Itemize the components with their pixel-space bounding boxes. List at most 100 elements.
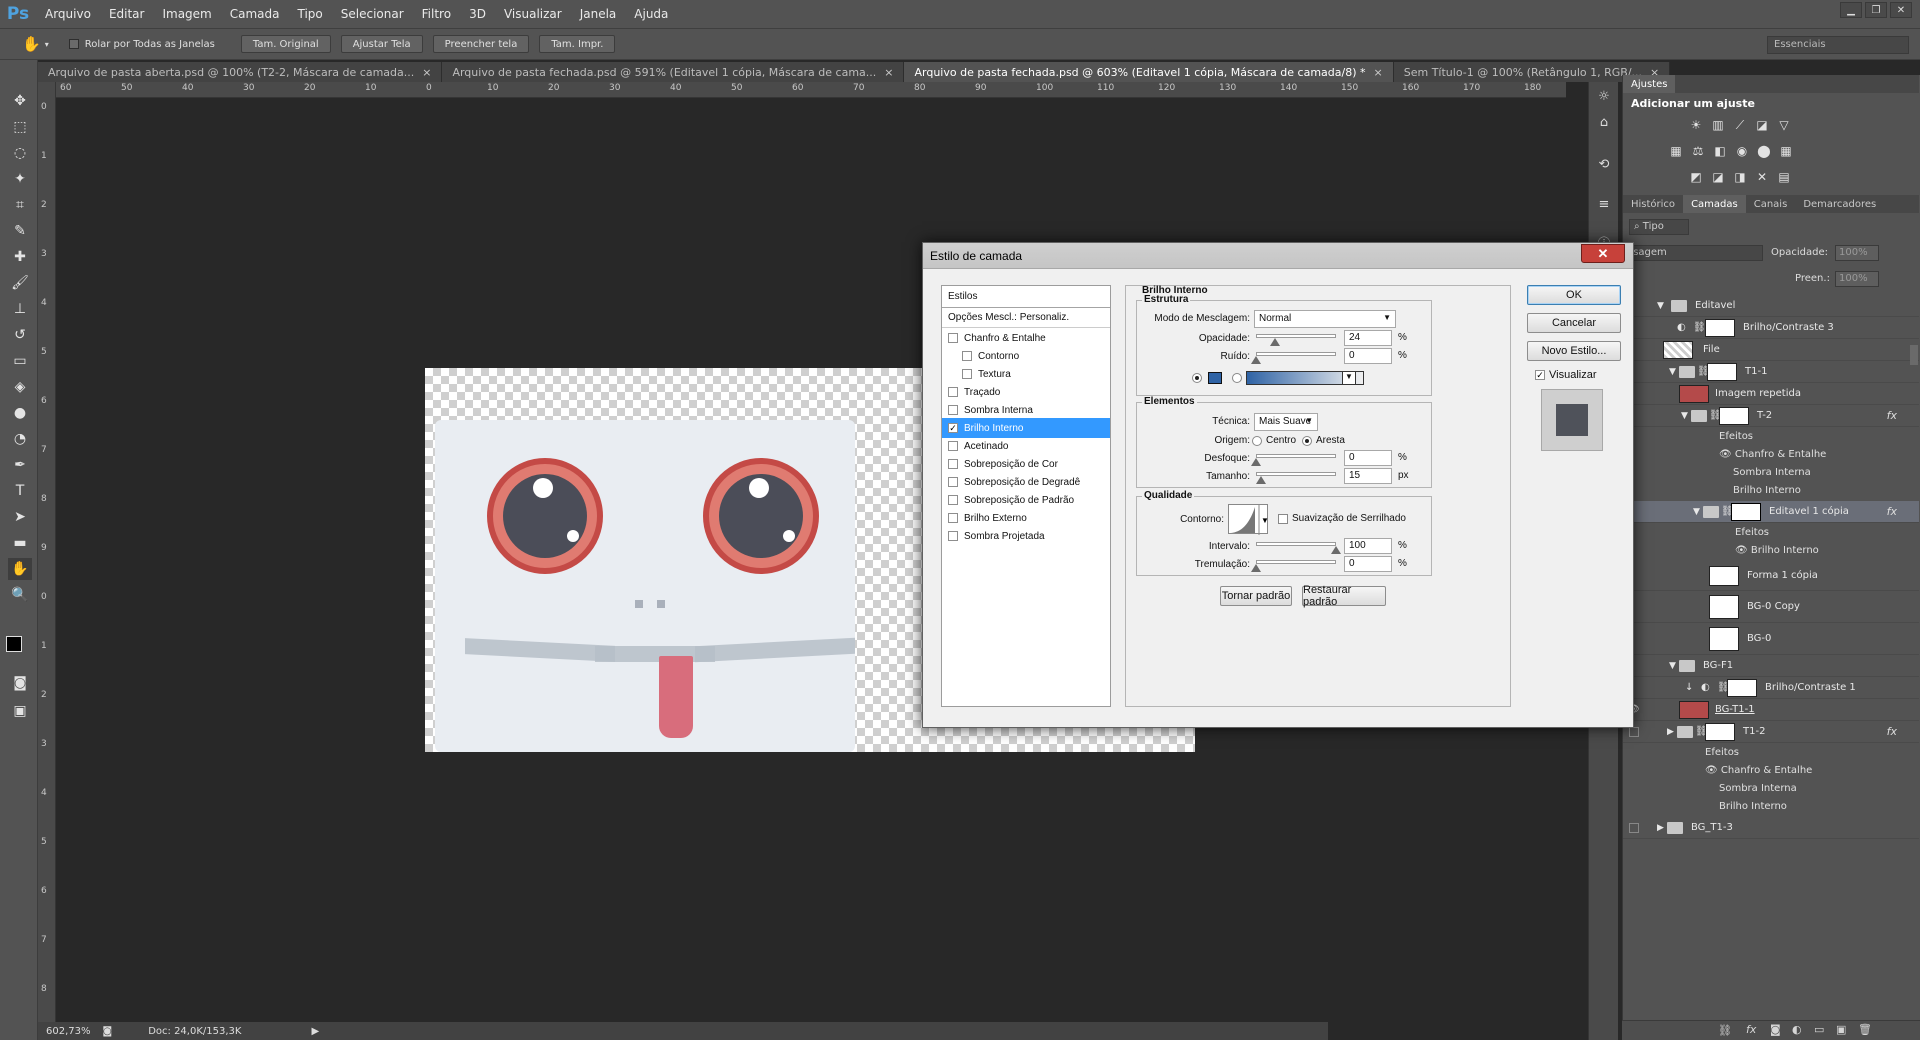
menu-tipo[interactable]: Tipo [289, 7, 332, 21]
contour-picker[interactable]: ▼ [1228, 504, 1269, 535]
style-checkbox[interactable] [962, 351, 972, 361]
new-adjustment-icon[interactable]: ◐ [1792, 1023, 1802, 1036]
size-slider-thumb[interactable] [1255, 476, 1266, 484]
eye-icon[interactable]: 👁 [1705, 765, 1721, 776]
cancel-button[interactable]: Cancelar [1527, 313, 1621, 333]
effects-row[interactable]: Efeitos [1735, 523, 1769, 541]
opacity-input[interactable]: 24 [1344, 330, 1392, 346]
tab-camadas[interactable]: Camadas [1683, 195, 1746, 213]
jitter-slider[interactable] [1256, 560, 1336, 564]
layer-row[interactable]: ↓ ◐ ⛓ Brilho/Contraste 1 [1623, 677, 1919, 699]
technique-select[interactable]: Mais Suave [1254, 413, 1318, 431]
tab-document-2[interactable]: Arquivo de pasta fechada.psd @ 591% (Edi… [442, 62, 905, 82]
invert-icon[interactable]: ◩ [1687, 169, 1705, 185]
style-item[interactable]: Contorno [942, 346, 1110, 366]
hand-tool-selected-icon[interactable]: ✋ [8, 558, 32, 580]
style-item[interactable]: Sombra Projetada [942, 526, 1110, 546]
layer-row[interactable]: Imagem repetida [1623, 383, 1919, 405]
fit-screen-button[interactable]: Ajustar Tela [340, 35, 423, 53]
blend-mode-select[interactable]: ssagem [1623, 245, 1763, 261]
choke-input[interactable]: 0 [1344, 450, 1392, 466]
dodge-tool-icon[interactable]: ◔ [8, 428, 32, 450]
paint-bucket-tool-icon[interactable]: ◈ [8, 376, 32, 398]
layer-row[interactable]: Forma 1 cópia [1623, 561, 1919, 591]
actual-pixels-button[interactable]: Tam. Original [240, 35, 331, 53]
opacity-slider-thumb[interactable] [1270, 338, 1281, 346]
eye-icon[interactable]: 👁 [1719, 449, 1735, 460]
workspace-select[interactable]: Essenciais [1767, 36, 1909, 54]
effect-row[interactable]: 👁 Brilho Interno [1735, 541, 1819, 559]
styles-icon[interactable]: ⌂ [1594, 112, 1614, 132]
layer-row[interactable]: File [1623, 339, 1919, 361]
source-center-radio[interactable] [1252, 436, 1262, 446]
layer-row-selected[interactable]: ▼ ⛓ Editavel 1 cópia fx [1623, 501, 1919, 523]
layer-row[interactable]: ◐ ⛓ Brilho/Contraste 3 [1623, 317, 1919, 339]
minimize-button[interactable]: ▁ [1840, 2, 1862, 18]
menu-ajuda[interactable]: Ajuda [625, 7, 677, 21]
effect-row[interactable]: Brilho Interno [1733, 481, 1801, 499]
brightness-contrast-icon[interactable]: ☀ [1687, 117, 1705, 133]
style-item[interactable]: Chanfro & Entalhe [942, 328, 1110, 348]
add-style-icon[interactable]: fx [1746, 1023, 1756, 1036]
make-default-button[interactable]: Tornar padrão [1220, 586, 1292, 606]
marquee-tool-icon[interactable]: ⬚ [8, 116, 32, 138]
layer-filter-select[interactable]: ⌕ Tipo [1629, 219, 1689, 235]
exposure-icon[interactable]: ◪ [1753, 117, 1771, 133]
history-icon[interactable]: ⟲ [1594, 154, 1614, 174]
eyedropper-tool-icon[interactable]: ✎ [8, 220, 32, 242]
effect-row[interactable]: Sombra Interna [1719, 779, 1797, 797]
style-checkbox[interactable] [962, 369, 972, 379]
color-lookup-icon[interactable]: ▦ [1777, 143, 1795, 159]
preview-toggle[interactable]: ✓ Visualizar [1535, 369, 1597, 381]
layer-row[interactable]: ▶ ⛓ T1-2 fx [1623, 721, 1919, 743]
layer-row[interactable]: BG-0 Copy [1623, 591, 1919, 623]
close-icon[interactable]: × [884, 66, 893, 79]
glow-color-swatch[interactable] [1208, 372, 1222, 384]
style-checkbox[interactable] [948, 477, 958, 487]
menu-janela[interactable]: Janela [571, 7, 626, 21]
status-menu-arrow-icon[interactable]: ▶ [311, 1026, 319, 1037]
reset-default-button[interactable]: Restaurar padrão [1302, 584, 1386, 608]
opacity-slider[interactable] [1256, 334, 1336, 338]
hand-tool-icon[interactable]: ✋ [22, 35, 41, 53]
restore-button[interactable]: ❐ [1865, 2, 1887, 18]
style-checkbox[interactable] [948, 333, 958, 343]
style-checkbox[interactable] [948, 513, 958, 523]
antialias-checkbox[interactable] [1278, 514, 1288, 524]
tab-document-3-active[interactable]: Arquivo de pasta fechada.psd @ 603% (Edi… [904, 62, 1394, 82]
style-item[interactable]: Traçado [942, 382, 1110, 402]
effect-row[interactable]: Sombra Interna [1733, 463, 1811, 481]
noise-input[interactable]: 0 [1344, 348, 1392, 364]
tab-canais[interactable]: Canais [1746, 195, 1796, 213]
path-selection-tool-icon[interactable]: ➤ [8, 506, 32, 528]
solid-color-radio[interactable] [1192, 373, 1202, 383]
jitter-input[interactable]: 0 [1344, 556, 1392, 572]
fx-icon[interactable]: fx [1887, 505, 1897, 518]
layer-row[interactable]: BG-0 [1623, 623, 1919, 655]
size-slider[interactable] [1256, 472, 1336, 476]
crop-tool-icon[interactable]: ⌗ [8, 194, 32, 216]
blur-tool-icon[interactable]: ● [8, 402, 32, 424]
visibility-toggle[interactable] [1629, 726, 1639, 737]
choke-slider[interactable] [1256, 454, 1336, 458]
opacity-input[interactable]: 100% [1835, 245, 1879, 261]
style-item[interactable]: Sombra Interna [942, 400, 1110, 420]
style-checkbox[interactable] [948, 405, 958, 415]
style-item[interactable]: Sobreposição de Degradê [942, 472, 1110, 492]
pen-tool-icon[interactable]: ✒ [8, 454, 32, 476]
brush-tool-icon[interactable]: 🖌 [8, 272, 32, 294]
blend-options-item[interactable]: Opções Mescl.: Personaliz. [942, 308, 1110, 328]
print-size-button[interactable]: Tam. Impr. [539, 35, 616, 53]
healing-brush-tool-icon[interactable]: ✚ [8, 246, 32, 268]
levels-icon[interactable]: ▥ [1709, 117, 1727, 133]
adjustments-icon[interactable]: ☼ [1594, 86, 1614, 106]
visibility-toggle[interactable] [1629, 822, 1639, 833]
noise-slider-thumb[interactable] [1251, 356, 1261, 364]
fx-icon[interactable]: fx [1887, 409, 1897, 422]
menu-3d[interactable]: 3D [460, 7, 495, 21]
delete-layer-icon[interactable]: 🗑 [1858, 1023, 1872, 1036]
style-item[interactable]: Sobreposição de Cor [942, 454, 1110, 474]
properties-icon[interactable]: ≡ [1594, 194, 1614, 214]
screen-mode-icon[interactable]: ▣ [8, 700, 32, 722]
new-group-icon[interactable]: ▭ [1814, 1023, 1824, 1036]
